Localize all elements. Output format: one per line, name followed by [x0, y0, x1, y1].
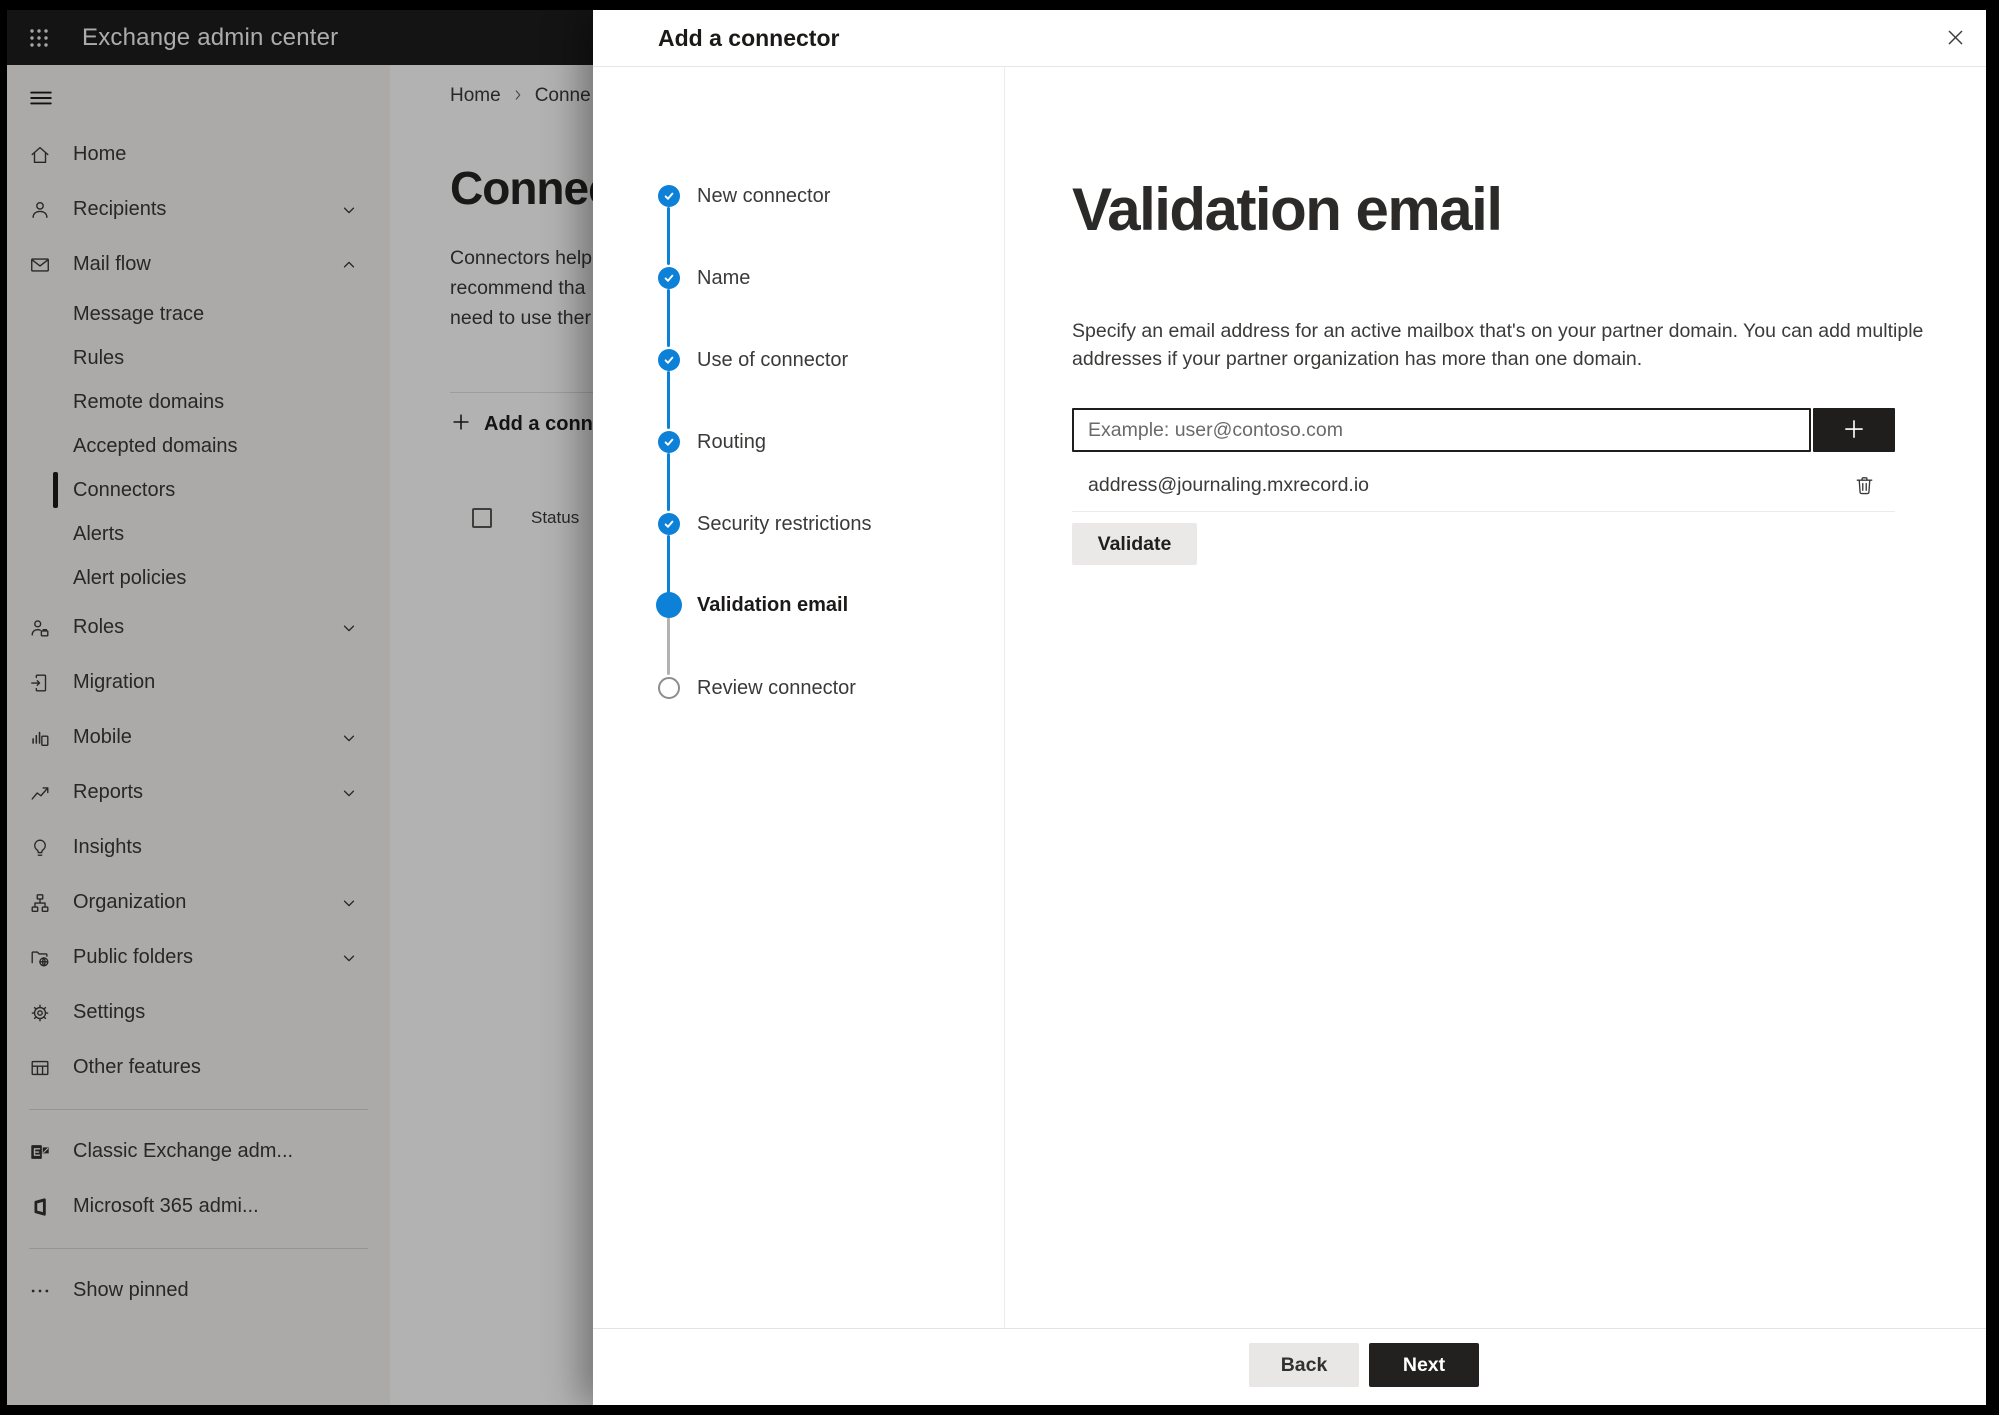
step-connector-line: [667, 453, 670, 511]
step-complete-icon: [658, 349, 680, 371]
step-description: Specify an email address for an active m…: [1072, 320, 1924, 370]
next-button[interactable]: Next: [1369, 1343, 1479, 1387]
panel-footer: Back Next: [593, 1328, 1986, 1405]
step-heading: Validation email: [1072, 176, 1503, 243]
step-connector-line: [667, 535, 670, 593]
step-complete-icon: [658, 267, 680, 289]
step-name: Name: [658, 265, 750, 291]
email-address-row: address@journaling.mxrecord.io: [1072, 468, 1895, 502]
address-list-divider: [1072, 511, 1895, 512]
step-security-restrictions: Security restrictions: [658, 511, 872, 537]
validate-button[interactable]: Validate: [1072, 523, 1197, 565]
close-icon: [1945, 27, 1966, 53]
email-address-value: address@journaling.mxrecord.io: [1088, 473, 1370, 496]
step-connector-line: [667, 371, 670, 429]
step-complete-icon: [658, 513, 680, 535]
step-connector-line: [667, 207, 670, 265]
step-review-connector: Review connector: [658, 675, 856, 701]
back-button[interactable]: Back: [1249, 1343, 1359, 1387]
exchange-admin-app: Exchange admin center Home Recipients Ma…: [7, 10, 1986, 1405]
wizard-stepper: New connector Name Use of connector Rout…: [593, 67, 1004, 1328]
plus-icon: [1841, 416, 1867, 445]
delete-address-button[interactable]: [1851, 472, 1877, 498]
step-current-icon: [656, 592, 682, 618]
close-button[interactable]: [1940, 25, 1970, 55]
step-validation-email: Validation email: [656, 592, 848, 618]
validation-email-step-content: Validation email Specify an email addres…: [1005, 67, 1986, 1328]
step-upcoming-icon: [658, 677, 680, 699]
step-complete-icon: [658, 185, 680, 207]
step-connector-line: [667, 617, 670, 675]
step-routing: Routing: [658, 429, 766, 455]
step-connector-line: [667, 289, 670, 347]
step-use-of-connector: Use of connector: [658, 347, 848, 373]
screenshot-frame: Exchange admin center Home Recipients Ma…: [0, 0, 1999, 1415]
panel-header: Add a connector: [593, 10, 1986, 67]
panel-title: Add a connector: [658, 25, 840, 51]
step-complete-icon: [658, 431, 680, 453]
add-connector-panel: Add a connector New connector Name Use o…: [593, 10, 1986, 1405]
add-email-button[interactable]: [1813, 408, 1895, 452]
email-address-input[interactable]: [1072, 408, 1811, 452]
step-new-connector: New connector: [658, 183, 830, 209]
